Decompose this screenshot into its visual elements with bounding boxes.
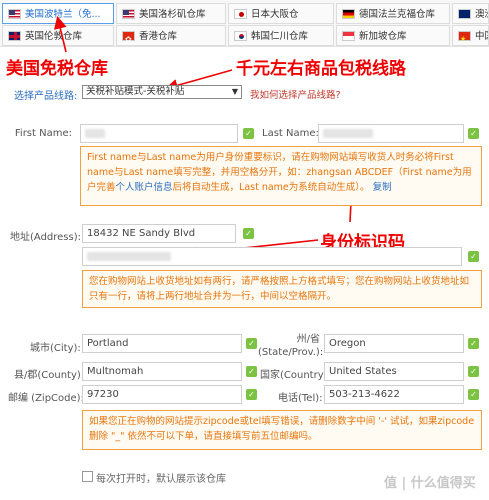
address-note: 您在购物网站上收货地址如有两行，请严格按照上方格式填写；您在购物网站上收货地址如… bbox=[82, 270, 482, 308]
address-line1-field[interactable]: 18432 NE Sandy Blvd bbox=[82, 224, 236, 243]
remember-label: 每次打开时，默认展示该仓库 bbox=[96, 474, 226, 485]
country-field[interactable]: United States bbox=[324, 362, 464, 381]
state-label: 州/省 (State/Prov.): bbox=[258, 330, 324, 358]
last-name-label: Last Name: bbox=[262, 128, 319, 139]
tax-free-arrow bbox=[54, 15, 67, 53]
chevron-down-icon: ▼ bbox=[231, 87, 238, 96]
copy-icon[interactable]: ✓ bbox=[246, 366, 257, 377]
first-name-label: First Name: bbox=[14, 128, 72, 139]
copy-icon[interactable]: ✓ bbox=[243, 128, 254, 139]
state-field[interactable]: Oregon bbox=[324, 334, 464, 353]
account-info-link[interactable]: 个人账户信息 bbox=[116, 182, 173, 193]
county-field[interactable]: Multnomah bbox=[82, 362, 242, 381]
redacted-value bbox=[323, 129, 373, 138]
name-note-text-2: 后将自动生成，Last name为系统自动生成）。 bbox=[172, 182, 370, 193]
copy-icon[interactable]: ✓ bbox=[468, 251, 479, 262]
watermark: 值 | 什么值得买 bbox=[384, 476, 476, 491]
tel-field[interactable]: 503-213-4622 bbox=[324, 385, 464, 404]
zip-label: 邮编 (ZipCode): bbox=[8, 393, 84, 404]
address-line2-field[interactable] bbox=[82, 247, 462, 266]
route-help-link[interactable]: 我如何选择产品线路? bbox=[250, 87, 341, 101]
copy-icon[interactable]: ✓ bbox=[246, 389, 257, 400]
state-label-top: 州/省 bbox=[296, 334, 320, 345]
annotation-tax-line: 千元左右商品包税线路 bbox=[236, 59, 406, 79]
route-select[interactable]: 关税补贴模式-关税补贴 ▼ bbox=[82, 85, 242, 99]
annotation-tax-free: 美国免税仓库 bbox=[6, 59, 108, 79]
zip-note: 如果您正在购物的网站提示zipcode或tel填写错误，请删除数字中间 '-' … bbox=[82, 410, 482, 450]
copy-icon[interactable]: ✓ bbox=[468, 338, 479, 349]
remember-checkbox[interactable] bbox=[82, 471, 93, 482]
city-field[interactable]: Portland bbox=[82, 334, 242, 353]
city-label: 城市(City): bbox=[30, 343, 81, 354]
copy-icon[interactable]: ✓ bbox=[468, 366, 479, 377]
copy-icon[interactable]: ✓ bbox=[243, 228, 254, 239]
county-label: 县/郡(County): bbox=[14, 370, 85, 381]
copy-icon[interactable]: ✓ bbox=[468, 128, 479, 139]
copy-link[interactable]: 复制 bbox=[373, 182, 392, 193]
redacted-value bbox=[85, 129, 105, 138]
name-note: First name与Last name为用户身份重要标识，请在购物网站填写收货… bbox=[80, 146, 482, 206]
redacted-value bbox=[87, 252, 171, 261]
first-name-field[interactable] bbox=[80, 124, 238, 143]
address-label: 地址(Address): bbox=[10, 232, 81, 243]
zip-field[interactable]: 97230 bbox=[82, 385, 242, 404]
route-selected: 关税补贴模式-关税补贴 bbox=[86, 86, 185, 97]
last-name-field[interactable] bbox=[318, 124, 464, 143]
route-label: 选择产品线路: bbox=[14, 91, 78, 102]
state-label-bottom: (State/Prov.): bbox=[258, 347, 324, 358]
copy-icon[interactable]: ✓ bbox=[246, 338, 257, 349]
copy-icon[interactable]: ✓ bbox=[468, 389, 479, 400]
tel-label: 电话(Tel): bbox=[278, 393, 323, 404]
country-label: 国家(Country): bbox=[260, 370, 331, 381]
